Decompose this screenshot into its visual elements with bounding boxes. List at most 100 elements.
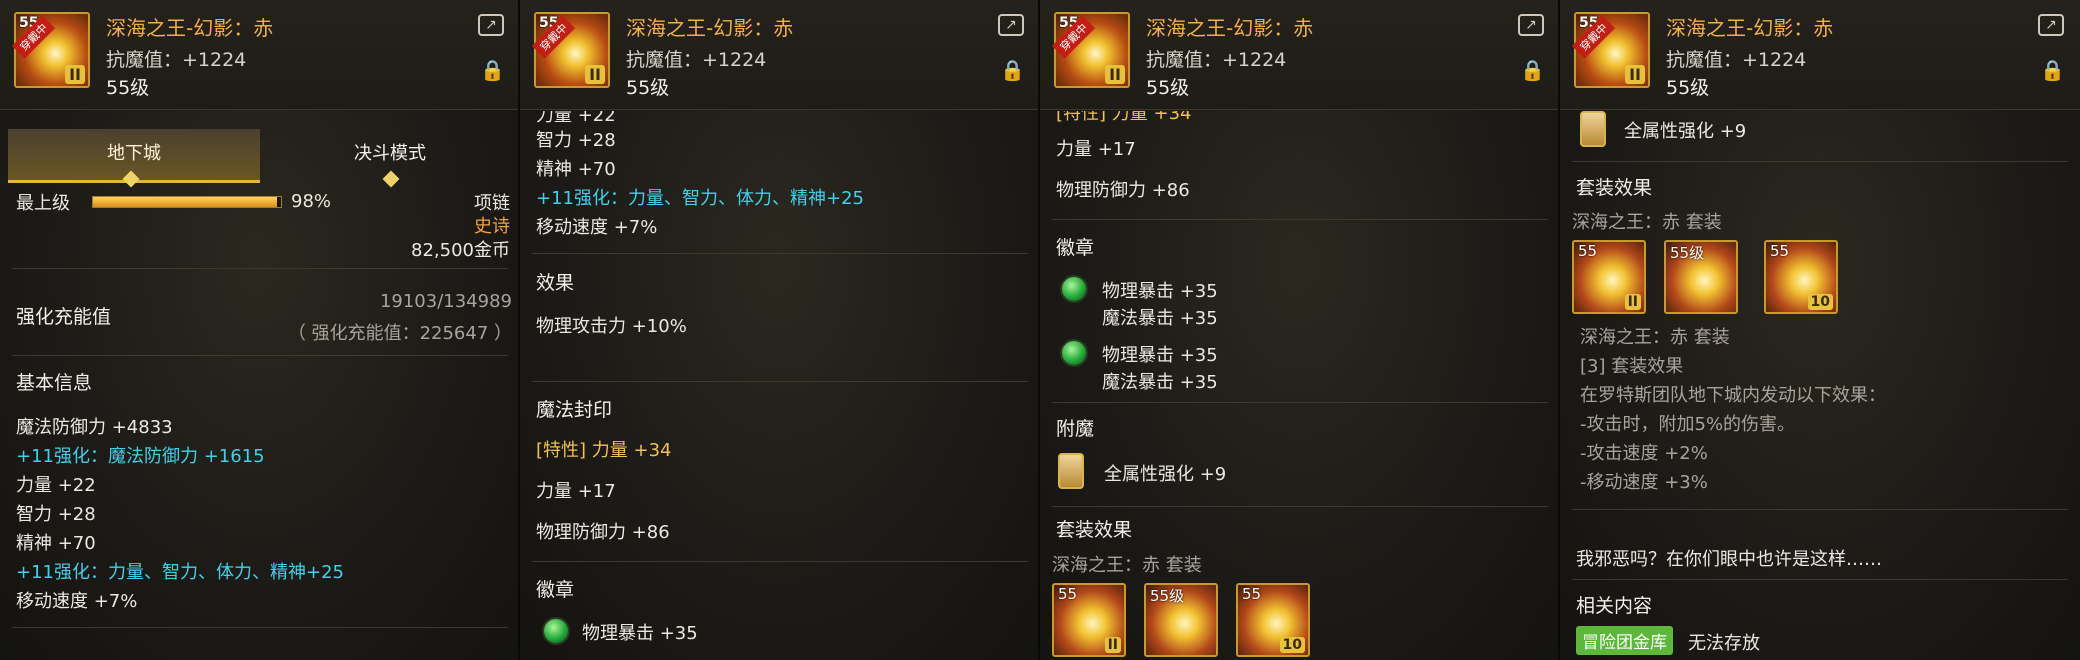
stat-line: 精神 +70 xyxy=(536,159,616,180)
set-name: 深海之王：赤 套装 xyxy=(1052,555,1202,576)
green-emblem-icon xyxy=(1060,339,1088,367)
set-icon-level: 55 xyxy=(1058,585,1078,603)
set-bonus: [3] 套装效果 xyxy=(1580,356,1684,377)
stat-line: 智力 +28 xyxy=(16,504,96,525)
emblem-line: 魔法暴击 +35 xyxy=(1102,308,1218,329)
divider xyxy=(1052,402,1548,403)
panel-body: 地下城 决斗模式 最上级 98% 项链 史诗 82,500金币 19103/13… xyxy=(0,111,518,660)
seal-line: 物理防御力 +86 xyxy=(1056,180,1190,201)
divider xyxy=(12,627,508,628)
set-desc-line: -移动速度 +3% xyxy=(1580,472,1708,493)
seal-line: 力量 +17 xyxy=(536,481,616,502)
stat-line: 移动速度 +7% xyxy=(536,217,658,238)
panel-body: 力量 +22 智力 +28 精神 +70 +11强化：力量、智力、体力、精神+2… xyxy=(520,111,1038,660)
set-name: 深海之王：赤 套装 xyxy=(1572,212,1722,233)
divider xyxy=(532,253,1028,254)
item-icon-mark: II xyxy=(1625,65,1645,84)
tooltip-panel-4: 55 穿戴中 II 深海之王-幻影：赤 抗魔值：+1224 55级 ↗ 🔒 全属… xyxy=(1560,0,2080,660)
lock-icon[interactable]: 🔒 xyxy=(2040,58,2065,86)
grade-label: 最上级 xyxy=(16,193,70,214)
item-icon-mark: II xyxy=(1105,65,1125,84)
set-title: 深海之王：赤 套装 xyxy=(1580,327,1730,348)
emblem-header: 徽章 xyxy=(536,579,575,601)
divider xyxy=(532,561,1028,562)
set-item-icon[interactable]: 55 II xyxy=(1572,240,1646,314)
enchant-card-icon xyxy=(1580,111,1606,147)
item-header: 55 穿戴中 II 深海之王-幻影：赤 抗魔值：+1224 55级 ↗ 🔒 xyxy=(1040,0,1558,110)
seal-trait: [特性] 力量 +34 xyxy=(536,440,672,461)
set-icon-mark: II xyxy=(1624,294,1641,310)
enchant-line: 全属性强化 +9 xyxy=(1624,121,1747,142)
item-price: 82,500金币 xyxy=(411,240,510,261)
set-desc-line: 在罗特斯团队地下城内发动以下效果： xyxy=(1580,385,1886,406)
set-icon-level: 55 xyxy=(1770,242,1790,260)
stat-line-cut: 力量 +22 xyxy=(536,111,616,126)
item-title: 深海之王-幻影：赤 xyxy=(626,16,794,40)
grade-bar xyxy=(92,196,282,208)
share-icon[interactable]: ↗ xyxy=(998,14,1024,36)
set-item-icon[interactable]: 55 10 xyxy=(1236,583,1310,657)
item-icon-mark: II xyxy=(65,65,85,84)
mode-tabs: 地下城 决斗模式 xyxy=(4,129,516,188)
set-icon-mark: II xyxy=(1104,637,1121,653)
item-icon: 55 穿戴中 II xyxy=(1051,12,1130,88)
item-icon-mark: II xyxy=(585,65,605,84)
effect-line: 物理攻击力 +10% xyxy=(536,316,687,337)
item-stat: 抗魔值：+1224 xyxy=(1146,49,1287,71)
item-title: 深海之王-幻影：赤 xyxy=(1146,16,1314,40)
seal-trait-cut: [特性] 力量 +34 xyxy=(1056,111,1192,124)
item-title: 深海之王-幻影：赤 xyxy=(1666,16,1834,40)
seal-header: 魔法封印 xyxy=(536,399,613,421)
charge-total: （ 强化充能值：225647 ） xyxy=(287,323,512,344)
item-level: 55级 xyxy=(1146,77,1190,99)
lock-icon[interactable]: 🔒 xyxy=(1520,58,1545,86)
lock-icon[interactable]: 🔒 xyxy=(1000,58,1025,86)
set-item-icon[interactable]: 55级 xyxy=(1664,240,1738,314)
stat-line: 移动速度 +7% xyxy=(16,591,138,612)
account-vault-badge: 冒险团金库 xyxy=(1576,626,1673,655)
emblem-line: 物理暴击 +35 xyxy=(1102,345,1218,366)
divider xyxy=(12,355,508,356)
stat-line: 魔法防御力 +4833 xyxy=(16,417,173,438)
enchant-header: 附魔 xyxy=(1056,418,1095,440)
item-icon: 55 穿戴中 II xyxy=(11,12,90,88)
green-emblem-icon xyxy=(542,617,570,645)
share-icon[interactable]: ↗ xyxy=(2038,14,2064,36)
divider xyxy=(1572,161,2068,162)
set-item-icon[interactable]: 55 10 xyxy=(1764,240,1838,314)
share-icon[interactable]: ↗ xyxy=(478,14,504,36)
badge-note: 无法存放 xyxy=(1688,633,1760,654)
stat-line: 力量 +22 xyxy=(16,475,96,496)
lock-icon[interactable]: 🔒 xyxy=(480,58,505,86)
divider xyxy=(1052,506,1548,507)
item-stat: 抗魔值：+1224 xyxy=(626,49,767,71)
tooltip-panel-3: 55 穿戴中 II 深海之王-幻影：赤 抗魔值：+1224 55级 ↗ 🔒 [特… xyxy=(1040,0,1560,660)
charge-value: 19103/134989 xyxy=(379,291,512,312)
emblem-line: 物理暴击 +35 xyxy=(582,623,698,644)
panel-body: [特性] 力量 +34 力量 +17 物理防御力 +86 徽章 物理暴击 +35… xyxy=(1040,111,1558,660)
set-item-icon[interactable]: 55级 xyxy=(1144,583,1218,657)
panel-body: 全属性强化 +9 套装效果 深海之王：赤 套装 55 II 55级 55 10 深海… xyxy=(1560,111,2080,660)
set-header: 套装效果 xyxy=(1056,519,1133,541)
stat-line: +11强化：力量、智力、体力、精神+25 xyxy=(536,188,864,209)
set-item-icon[interactable]: 55 II xyxy=(1052,583,1126,657)
item-icon: 55 穿戴中 II xyxy=(531,12,610,88)
emblem-header: 徽章 xyxy=(1056,237,1095,259)
set-icon-level: 55 xyxy=(1578,242,1598,260)
stat-line: 智力 +28 xyxy=(536,130,616,151)
divider xyxy=(1572,579,2068,580)
set-icon-mark: 10 xyxy=(1807,294,1833,310)
set-icon-level: 55级 xyxy=(1150,587,1185,605)
enchant-line: 全属性强化 +9 xyxy=(1104,464,1227,485)
stat-line: 精神 +70 xyxy=(16,533,96,554)
enchant-card-icon xyxy=(1058,453,1084,489)
share-icon[interactable]: ↗ xyxy=(1518,14,1544,36)
grade-bar-fill xyxy=(93,197,278,207)
seal-line: 力量 +17 xyxy=(1056,139,1136,160)
item-level: 55级 xyxy=(626,77,670,99)
related-header: 相关内容 xyxy=(1576,595,1653,617)
divider xyxy=(12,268,508,269)
divider xyxy=(1052,219,1548,220)
item-rarity: 史诗 xyxy=(474,216,510,237)
seal-line: 物理防御力 +86 xyxy=(536,522,670,543)
